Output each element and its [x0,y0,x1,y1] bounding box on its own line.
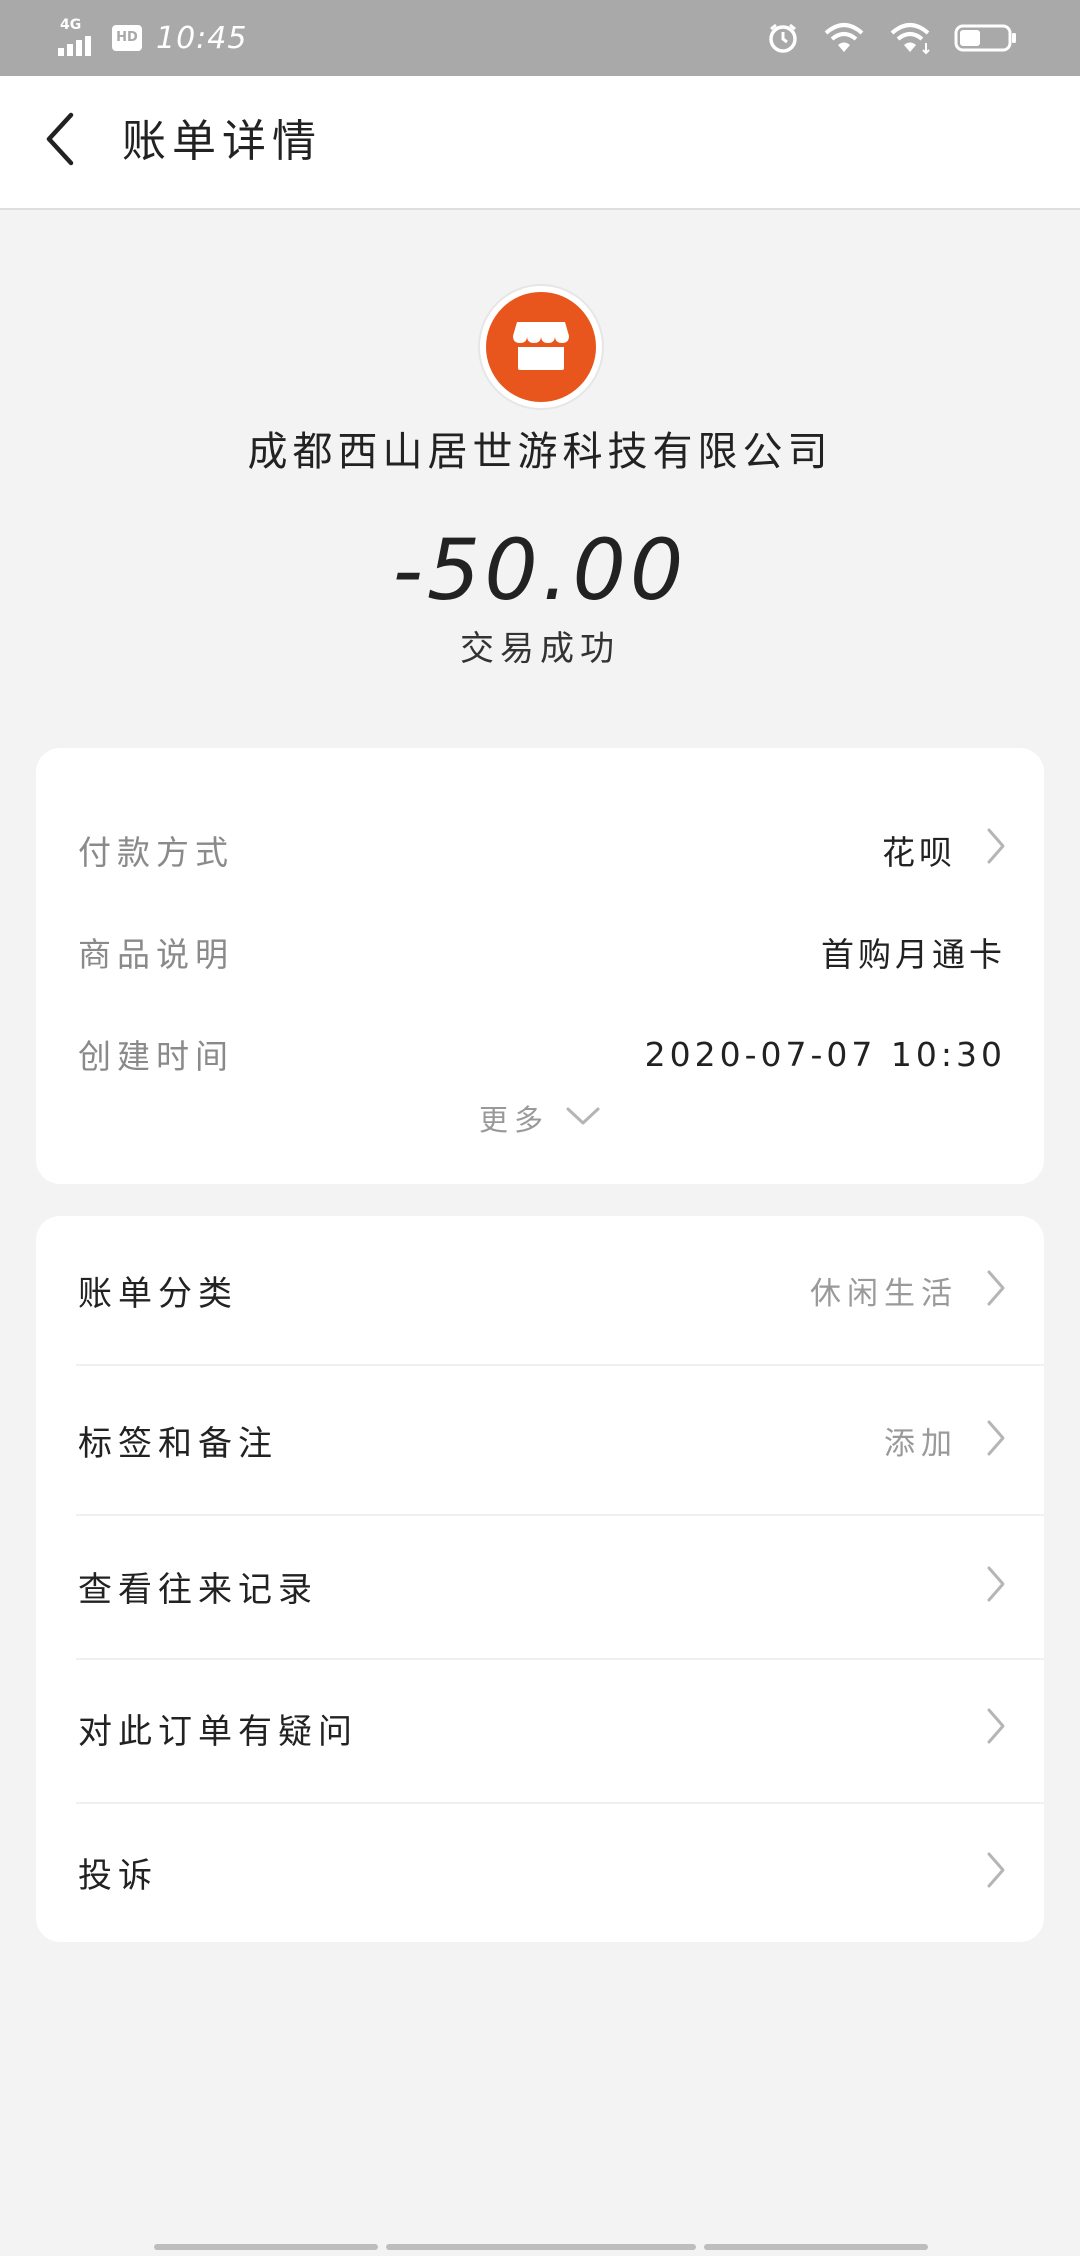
created-time-label: 创建时间 [78,1037,234,1076]
complaint-label: 投诉 [78,1855,158,1896]
chevron-right-icon [986,1565,1006,1607]
app-header: 账单详情 [0,76,1080,210]
transaction-history-row[interactable]: 查看往来记录 [36,1512,1044,1660]
more-button[interactable]: 更多 [36,1092,1044,1144]
payment-method-label: 付款方式 [78,833,234,872]
bill-category-label: 账单分类 [78,1273,238,1314]
chevron-right-icon [986,1419,1006,1461]
actions-card: 账单分类 休闲生活 标签和备注 添加 查看往来记录 对此订单有疑问 投诉 [36,1216,1044,1942]
alarm-icon [766,21,800,55]
gesture-nav-bar[interactable] [154,2244,928,2250]
order-question-label: 对此订单有疑问 [78,1711,358,1752]
more-label: 更多 [478,1103,549,1137]
store-icon [511,318,571,376]
product-description-value: 首购月通卡 [821,935,1006,974]
status-bar: 4G HD 10:45 [0,0,1080,76]
tags-notes-label: 标签和备注 [78,1423,278,1464]
created-time-value: 2020-07-07 10:30 [644,1034,1006,1074]
chevron-right-icon [986,827,1006,873]
chevron-down-icon [565,1105,601,1131]
payment-method-value: 花呗 [882,833,956,872]
product-description-row: 商品说明 首购月通卡 [78,922,1006,982]
transaction-history-label: 查看往来记录 [78,1569,318,1610]
transaction-status: 交易成功 [460,629,620,669]
network-type: 4G [60,17,82,33]
wifi-call-icon [822,21,866,55]
tags-notes-value: 添加 [884,1425,958,1462]
merchant-avatar [480,286,602,408]
details-card: 付款方式 花呗 商品说明 首购月通卡 创建时间 2020-07-07 10:30… [36,748,1044,1184]
chevron-left-icon [43,111,77,171]
chevron-right-icon [986,1851,1006,1893]
battery-icon [954,22,1018,54]
tags-notes-row[interactable]: 标签和备注 添加 [36,1366,1044,1514]
chevron-right-icon [986,1707,1006,1749]
product-description-label: 商品说明 [78,935,234,974]
order-question-row[interactable]: 对此订单有疑问 [36,1654,1044,1802]
created-time-row: 创建时间 2020-07-07 10:30 [78,1024,1006,1084]
complaint-row[interactable]: 投诉 [36,1798,1044,1946]
chevron-right-icon [986,1269,1006,1311]
bill-category-row[interactable]: 账单分类 休闲生活 [36,1216,1044,1364]
status-time: 10:45 [156,20,248,56]
page-title: 账单详情 [122,116,322,167]
transaction-amount: -50.00 [392,521,688,619]
merchant-name: 成都西山居世游科技有限公司 [247,429,833,475]
bill-category-value: 休闲生活 [810,1275,958,1312]
back-button[interactable] [28,109,92,173]
payment-method-row[interactable]: 付款方式 花呗 [78,820,1006,880]
hd-badge: HD [112,25,142,51]
cellular-signal-icon: 4G [58,18,102,58]
wifi-icon [888,21,932,55]
